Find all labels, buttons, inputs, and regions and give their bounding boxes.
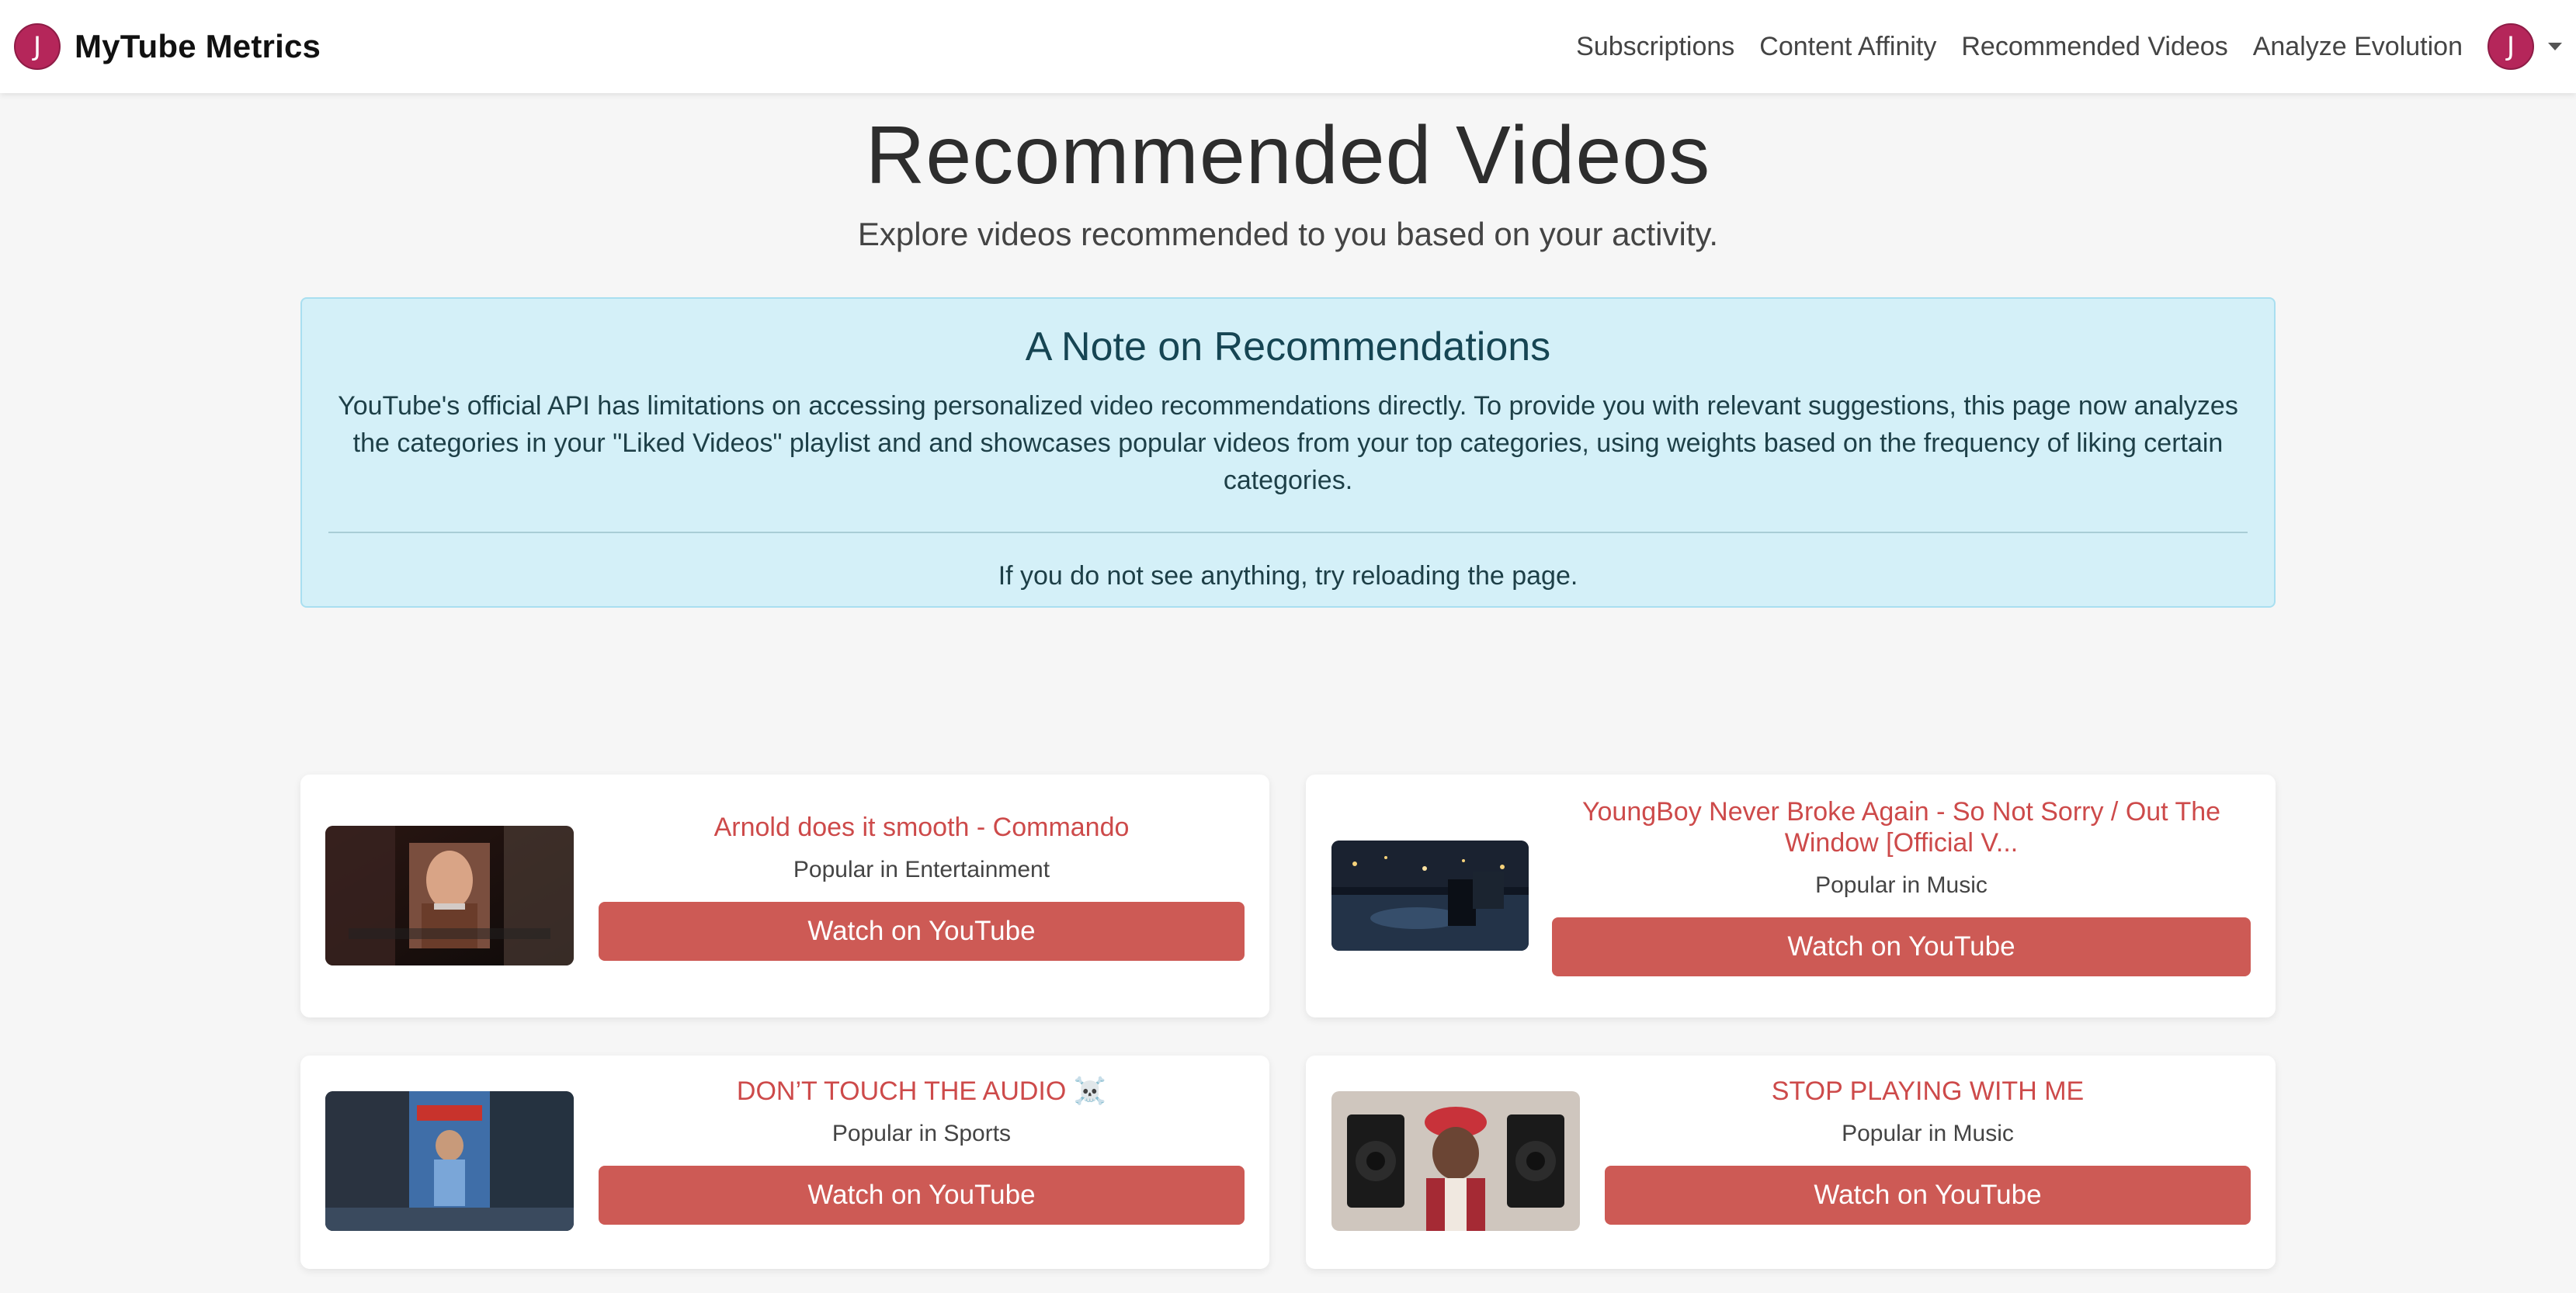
brand-home-link[interactable]: J MyTube Metrics <box>14 23 321 70</box>
user-menu-dropdown[interactable]: J <box>2487 23 2562 70</box>
note-footer: If you do not see anything, try reloadin… <box>998 561 1578 591</box>
video-title[interactable]: Arnold does it smooth - Commando <box>599 812 1245 843</box>
note-divider <box>328 532 2248 533</box>
video-title[interactable]: STOP PLAYING WITH ME <box>1605 1076 2251 1107</box>
video-thumbnail[interactable] <box>325 1091 574 1231</box>
nav-link-recommended-videos[interactable]: Recommended Videos <box>1961 32 2227 62</box>
video-category: Popular in Sports <box>831 1121 1012 1146</box>
page-title: Recommended Videos <box>865 109 1711 201</box>
watch-on-youtube-button[interactable]: Watch on YouTube <box>1605 1166 2251 1225</box>
watch-on-youtube-button[interactable]: Watch on YouTube <box>599 1166 1245 1225</box>
video-category: Popular in Entertainment <box>793 857 1050 882</box>
navbar: J MyTube Metrics Subscriptions Content A… <box>0 0 2576 93</box>
note-title: A Note on Recommendations <box>1025 324 1551 369</box>
caret-down-icon <box>2548 43 2562 50</box>
video-title[interactable]: DON’T TOUCH THE AUDIO ☠️ <box>599 1076 1245 1107</box>
video-thumbnail[interactable] <box>1331 841 1529 951</box>
video-card: Arnold does it smooth - Commando Popular… <box>300 775 1269 1017</box>
watch-on-youtube-button[interactable]: Watch on YouTube <box>599 902 1245 961</box>
video-card: DON’T TOUCH THE AUDIO ☠️ Popular in Spor… <box>300 1056 1269 1269</box>
video-card: STOP PLAYING WITH ME Popular in Music Wa… <box>1306 1056 2276 1269</box>
brand-avatar: J <box>14 23 61 70</box>
nav-links: Subscriptions Content Affinity Recommend… <box>1551 23 2562 70</box>
video-category: Popular in Music <box>1815 872 1988 898</box>
watch-on-youtube-button[interactable]: Watch on YouTube <box>1552 917 2251 976</box>
video-title[interactable]: YoungBoy Never Broke Again - So Not Sorr… <box>1552 796 2251 858</box>
page-subtitle: Explore videos recommended to you based … <box>857 216 1719 252</box>
nav-link-subscriptions[interactable]: Subscriptions <box>1576 32 1734 62</box>
note-body: YouTube's official API has limitations o… <box>338 391 2238 495</box>
video-card: YoungBoy Never Broke Again - So Not Sorr… <box>1306 775 2276 1017</box>
video-thumbnail[interactable] <box>325 826 574 965</box>
nav-link-analyze-evolution[interactable]: Analyze Evolution <box>2253 32 2463 62</box>
user-avatar: J <box>2487 23 2534 70</box>
video-thumbnail[interactable] <box>1331 1091 1580 1231</box>
nav-link-content-affinity[interactable]: Content Affinity <box>1759 32 1936 62</box>
brand-name: MyTube Metrics <box>75 28 321 64</box>
recommendations-note: A Note on Recommendations YouTube's offi… <box>300 297 2276 608</box>
video-category: Popular in Music <box>1842 1121 2014 1146</box>
